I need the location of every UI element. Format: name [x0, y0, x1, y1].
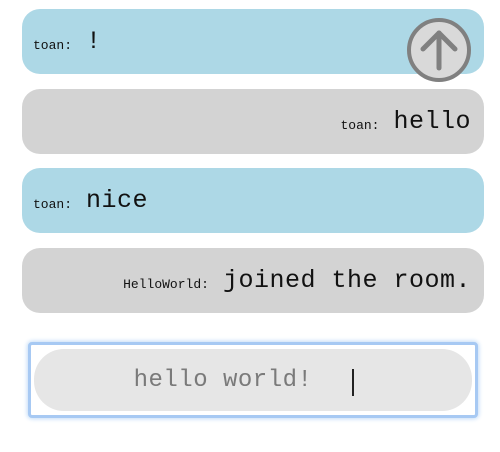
message-composer — [28, 342, 478, 418]
message-author: HelloWorld: — [123, 277, 209, 292]
message-author: toan: — [33, 197, 73, 212]
message-author: toan: — [33, 38, 73, 53]
arrow-up-circle-icon — [407, 18, 471, 82]
message-input[interactable] — [34, 349, 472, 411]
text-caret — [352, 369, 354, 396]
send-button[interactable] — [406, 17, 472, 83]
message-text: nice — [86, 186, 149, 215]
message-input-container[interactable] — [34, 349, 472, 411]
message-text: hello — [393, 107, 471, 136]
message-bubble: toan: hello — [22, 89, 484, 154]
message-text: ! — [86, 27, 102, 56]
message-bubble: HelloWorld: joined the room. — [22, 248, 484, 313]
message-text: joined the room. — [222, 266, 471, 295]
message-bubble: toan: nice — [22, 168, 484, 233]
message-author: toan: — [340, 118, 380, 133]
